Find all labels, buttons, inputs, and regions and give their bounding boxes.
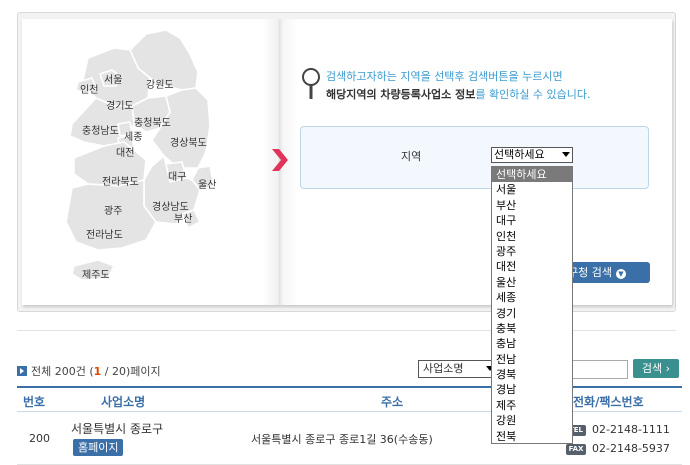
map-label-ulsan: 울산	[198, 179, 216, 191]
office-name: 서울특별시 종로구	[71, 422, 164, 436]
keyword-input[interactable]	[570, 360, 628, 379]
region-option[interactable]: 부산	[492, 198, 572, 213]
result-count: 전체 200건 (1 / 20)페이지	[17, 363, 161, 379]
chevron-down-icon: ▼	[615, 269, 626, 279]
region-option[interactable]: 대전	[492, 259, 572, 274]
region-option[interactable]: 충북	[492, 321, 572, 336]
map-label-jeonnam: 전라남도	[86, 229, 123, 241]
fax-icon: FAX	[566, 444, 586, 455]
region-option[interactable]: 대구	[492, 213, 572, 228]
keyword-search-label: 검색	[641, 362, 663, 375]
region-search-button[interactable]: 구청 검색 ▼	[560, 262, 650, 283]
bullet-icon	[17, 366, 27, 376]
region-select-box	[300, 126, 649, 189]
office-address: 서울특별시 종로구 종로1길 36(수송동)	[251, 433, 433, 446]
keyword-search-button[interactable]: 검색 ›	[633, 359, 679, 378]
column-header-name: 사업소명	[101, 395, 146, 409]
region-option[interactable]: 충남	[492, 336, 572, 351]
search-field-select[interactable]: 사업소명	[418, 360, 498, 378]
notice-line-2: 해당지역의 차량등록사업소 정보를 확인하실 수 있습니다.	[326, 86, 591, 102]
map-label-gwangju: 광주	[104, 205, 122, 217]
region-label: 지역	[401, 150, 422, 163]
region-option[interactable]: 경북	[492, 367, 572, 382]
region-option[interactable]: 인천	[492, 229, 572, 244]
row-number: 200	[29, 432, 50, 445]
homepage-button[interactable]: 홈페이지	[73, 439, 124, 456]
region-option[interactable]: 강원	[492, 413, 572, 428]
map-label-incheon: 인천	[80, 84, 98, 96]
table-header: 번호 사업소명 주소 전화/팩스번호	[17, 386, 682, 412]
map-label-gyeongnam: 경상남도	[152, 200, 189, 213]
map-label-jeonbuk: 전라북도	[102, 176, 139, 188]
notice-emphasis: 해당지역의 차량등록사업소 정보	[326, 88, 476, 101]
region-option[interactable]: 경남	[492, 382, 572, 397]
result-count-suffix: / 20)페이지	[101, 365, 161, 378]
region-option[interactable]: 서울	[492, 182, 572, 197]
fax-number: 02-2148-5937	[592, 442, 670, 455]
map-label-chungnam: 충청남도	[82, 125, 119, 137]
search-field-value: 사업소명	[423, 362, 464, 375]
map-label-jeju: 제주도	[82, 269, 110, 281]
region-option[interactable]: 선택하세요	[492, 167, 572, 183]
result-count-prefix: 전체 200건 (	[31, 365, 94, 378]
region-option[interactable]: 세종	[492, 290, 572, 305]
region-option[interactable]: 광주	[492, 244, 572, 259]
column-header-address: 주소	[381, 395, 404, 409]
map-label-gangwon: 강원도	[146, 79, 174, 91]
notice-line-2-rest: 를 확인하실 수 있습니다.	[475, 88, 591, 101]
map-label-busan: 부산	[174, 213, 192, 225]
region-option[interactable]: 전북	[492, 429, 572, 444]
section-divider	[17, 330, 676, 331]
region-dropdown-list: 선택하세요 서울 부산 대구 인천 광주 대전 울산 세종 경기 충북 충남 전…	[491, 166, 573, 444]
region-option[interactable]: 전남	[492, 352, 572, 367]
map-label-gyeonggi: 경기도	[106, 99, 134, 112]
map-label-seoul: 서울	[104, 74, 122, 86]
map-label-daegu: 대구	[168, 171, 186, 183]
magnifier-icon	[302, 68, 320, 99]
map-label-sejong: 세종	[124, 131, 142, 143]
map-label-chungbuk: 충청북도	[134, 117, 171, 129]
korea-map: 서울 인천 강원도 경기도 충청북도 충청남도 세종 대전 경상북도 대구 울산…	[65, 29, 216, 281]
region-option[interactable]: 경기	[492, 306, 572, 321]
tel-number: 02-2148-1111	[592, 423, 670, 436]
column-header-phone: 전화/팩스번호	[573, 395, 644, 409]
region-option[interactable]: 울산	[492, 275, 572, 290]
notice-line-1: 검색하고자하는 지역을 선택후 검색버튼을 누르시면	[326, 70, 563, 83]
region-search-button-label: 구청 검색	[568, 266, 612, 279]
chevron-down-icon	[562, 152, 570, 157]
region-select-value: 선택하세요	[494, 148, 545, 161]
map-label-gyeongbuk: 경상북도	[170, 136, 207, 149]
region-option[interactable]: 제주	[492, 398, 572, 413]
table-row: 200 서울특별시 종로구 홈페이지 서울특별시 종로구 종로1길 36(수송동…	[17, 412, 682, 465]
map-label-daejeon: 대전	[116, 147, 134, 159]
region-select[interactable]: 선택하세요	[491, 147, 573, 163]
chevron-right-icon	[272, 149, 288, 171]
column-header-no: 번호	[23, 395, 46, 409]
